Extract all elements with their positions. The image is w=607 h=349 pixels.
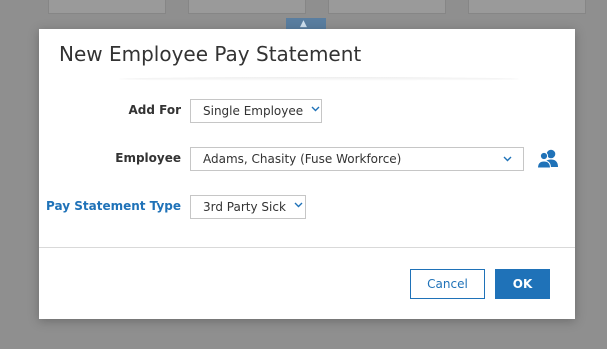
pay-statement-type-value: 3rd Party Sick [203,200,286,214]
title-divider [119,77,519,81]
up-arrow-icon: ▲ [300,19,307,29]
people-icon[interactable] [536,148,560,170]
pay-statement-type-label[interactable]: Pay Statement Type [46,199,181,213]
pay-statement-type-select[interactable]: 3rd Party Sick [190,195,306,219]
footer-divider [39,247,575,248]
add-for-select[interactable]: Single Employee [190,99,322,123]
add-for-label: Add For [128,103,181,117]
chevron-down-icon [311,106,320,114]
chevron-down-icon [503,156,512,164]
employee-value: Adams, Chasity (Fuse Workforce) [203,152,402,166]
pay-statement-dialog: New Employee Pay Statement Add For Singl… [39,29,575,319]
background-tab [468,0,586,14]
chevron-down-icon [294,202,303,210]
background-tab [48,0,166,14]
employee-label: Employee [115,151,181,165]
ok-button[interactable]: OK [495,269,550,299]
dialog-title: New Employee Pay Statement [59,42,362,66]
add-for-value: Single Employee [203,104,304,118]
background-tab [188,0,306,14]
background-tab [328,0,446,14]
cancel-button[interactable]: Cancel [410,269,485,299]
employee-select[interactable]: Adams, Chasity (Fuse Workforce) [190,147,524,171]
